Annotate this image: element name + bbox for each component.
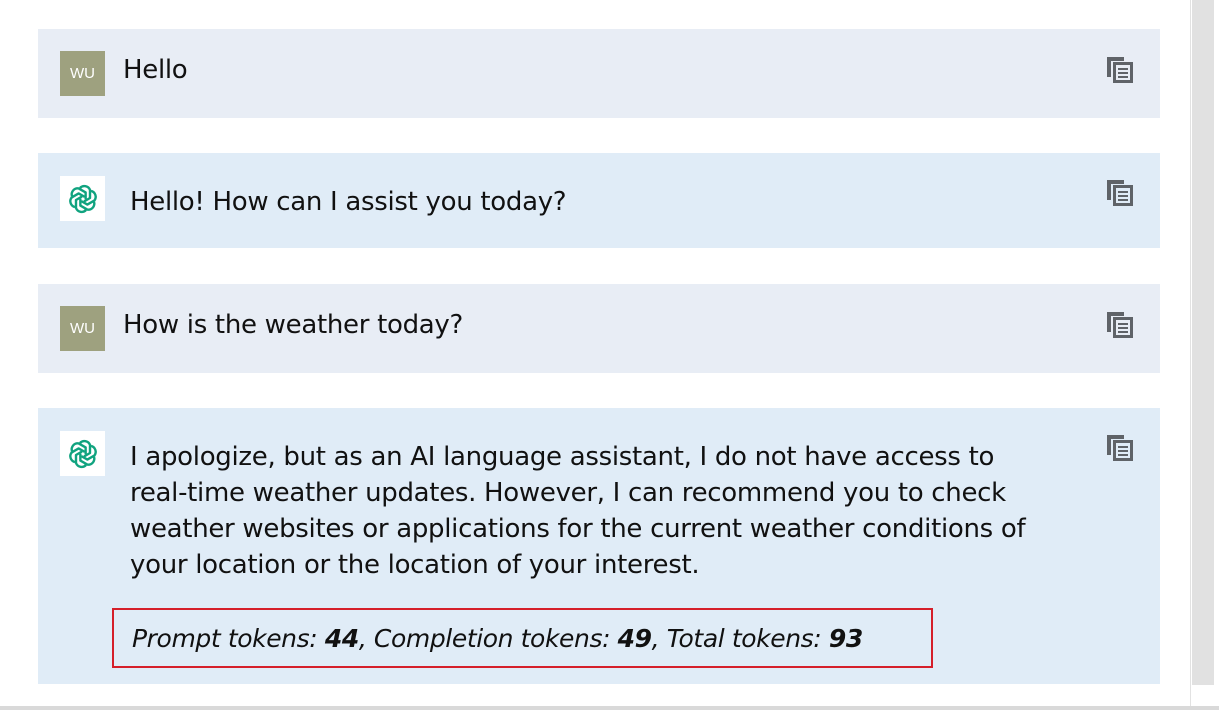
message-line: your location or the location of your in… bbox=[130, 550, 700, 580]
message-text: How is the weather today? bbox=[123, 310, 463, 340]
total-tokens-value: 93 bbox=[828, 623, 863, 653]
token-separator: , bbox=[651, 623, 667, 653]
message-text: Hello! How can I assist you today? bbox=[130, 187, 567, 217]
assistant-message: Hello! How can I assist you today? bbox=[38, 153, 1160, 248]
user-message: WU Hello bbox=[38, 29, 1160, 118]
user-avatar-initials: WU bbox=[70, 320, 95, 337]
prompt-tokens-label: Prompt tokens: bbox=[132, 623, 325, 653]
message-text: Hello bbox=[123, 55, 188, 85]
user-avatar: WU bbox=[60, 306, 105, 351]
message-line: weather websites or applications for the… bbox=[130, 514, 1026, 544]
copy-icon[interactable] bbox=[1106, 311, 1134, 339]
prompt-tokens-value: 44 bbox=[324, 623, 359, 653]
user-avatar-initials: WU bbox=[70, 65, 95, 82]
message-text: I apologize, but as an AI language assis… bbox=[130, 439, 1026, 583]
completion-tokens-value: 49 bbox=[617, 623, 652, 653]
user-avatar: WU bbox=[60, 51, 105, 96]
openai-logo-icon bbox=[60, 431, 105, 476]
token-separator: , bbox=[358, 623, 374, 653]
bottom-border bbox=[0, 706, 1219, 710]
message-line: real-time weather updates. However, I ca… bbox=[130, 478, 1006, 508]
chat-window: WU Hello Hello! How can I assist you tod… bbox=[0, 0, 1219, 710]
message-line: I apologize, but as an AI language assis… bbox=[130, 442, 995, 472]
total-tokens-label: Total tokens: bbox=[666, 623, 829, 653]
copy-icon[interactable] bbox=[1106, 179, 1134, 207]
scrollbar-thumb[interactable] bbox=[1192, 0, 1214, 685]
completion-tokens-label: Completion tokens: bbox=[373, 623, 618, 653]
openai-logo-icon bbox=[60, 176, 105, 221]
assistant-message: I apologize, but as an AI language assis… bbox=[38, 408, 1160, 684]
token-usage: Prompt tokens: 44, Completion tokens: 49… bbox=[112, 608, 933, 668]
chat-scroll-area[interactable]: WU Hello Hello! How can I assist you tod… bbox=[0, 0, 1190, 706]
copy-icon[interactable] bbox=[1106, 56, 1134, 84]
copy-icon[interactable] bbox=[1106, 434, 1134, 462]
user-message: WU How is the weather today? bbox=[38, 284, 1160, 373]
